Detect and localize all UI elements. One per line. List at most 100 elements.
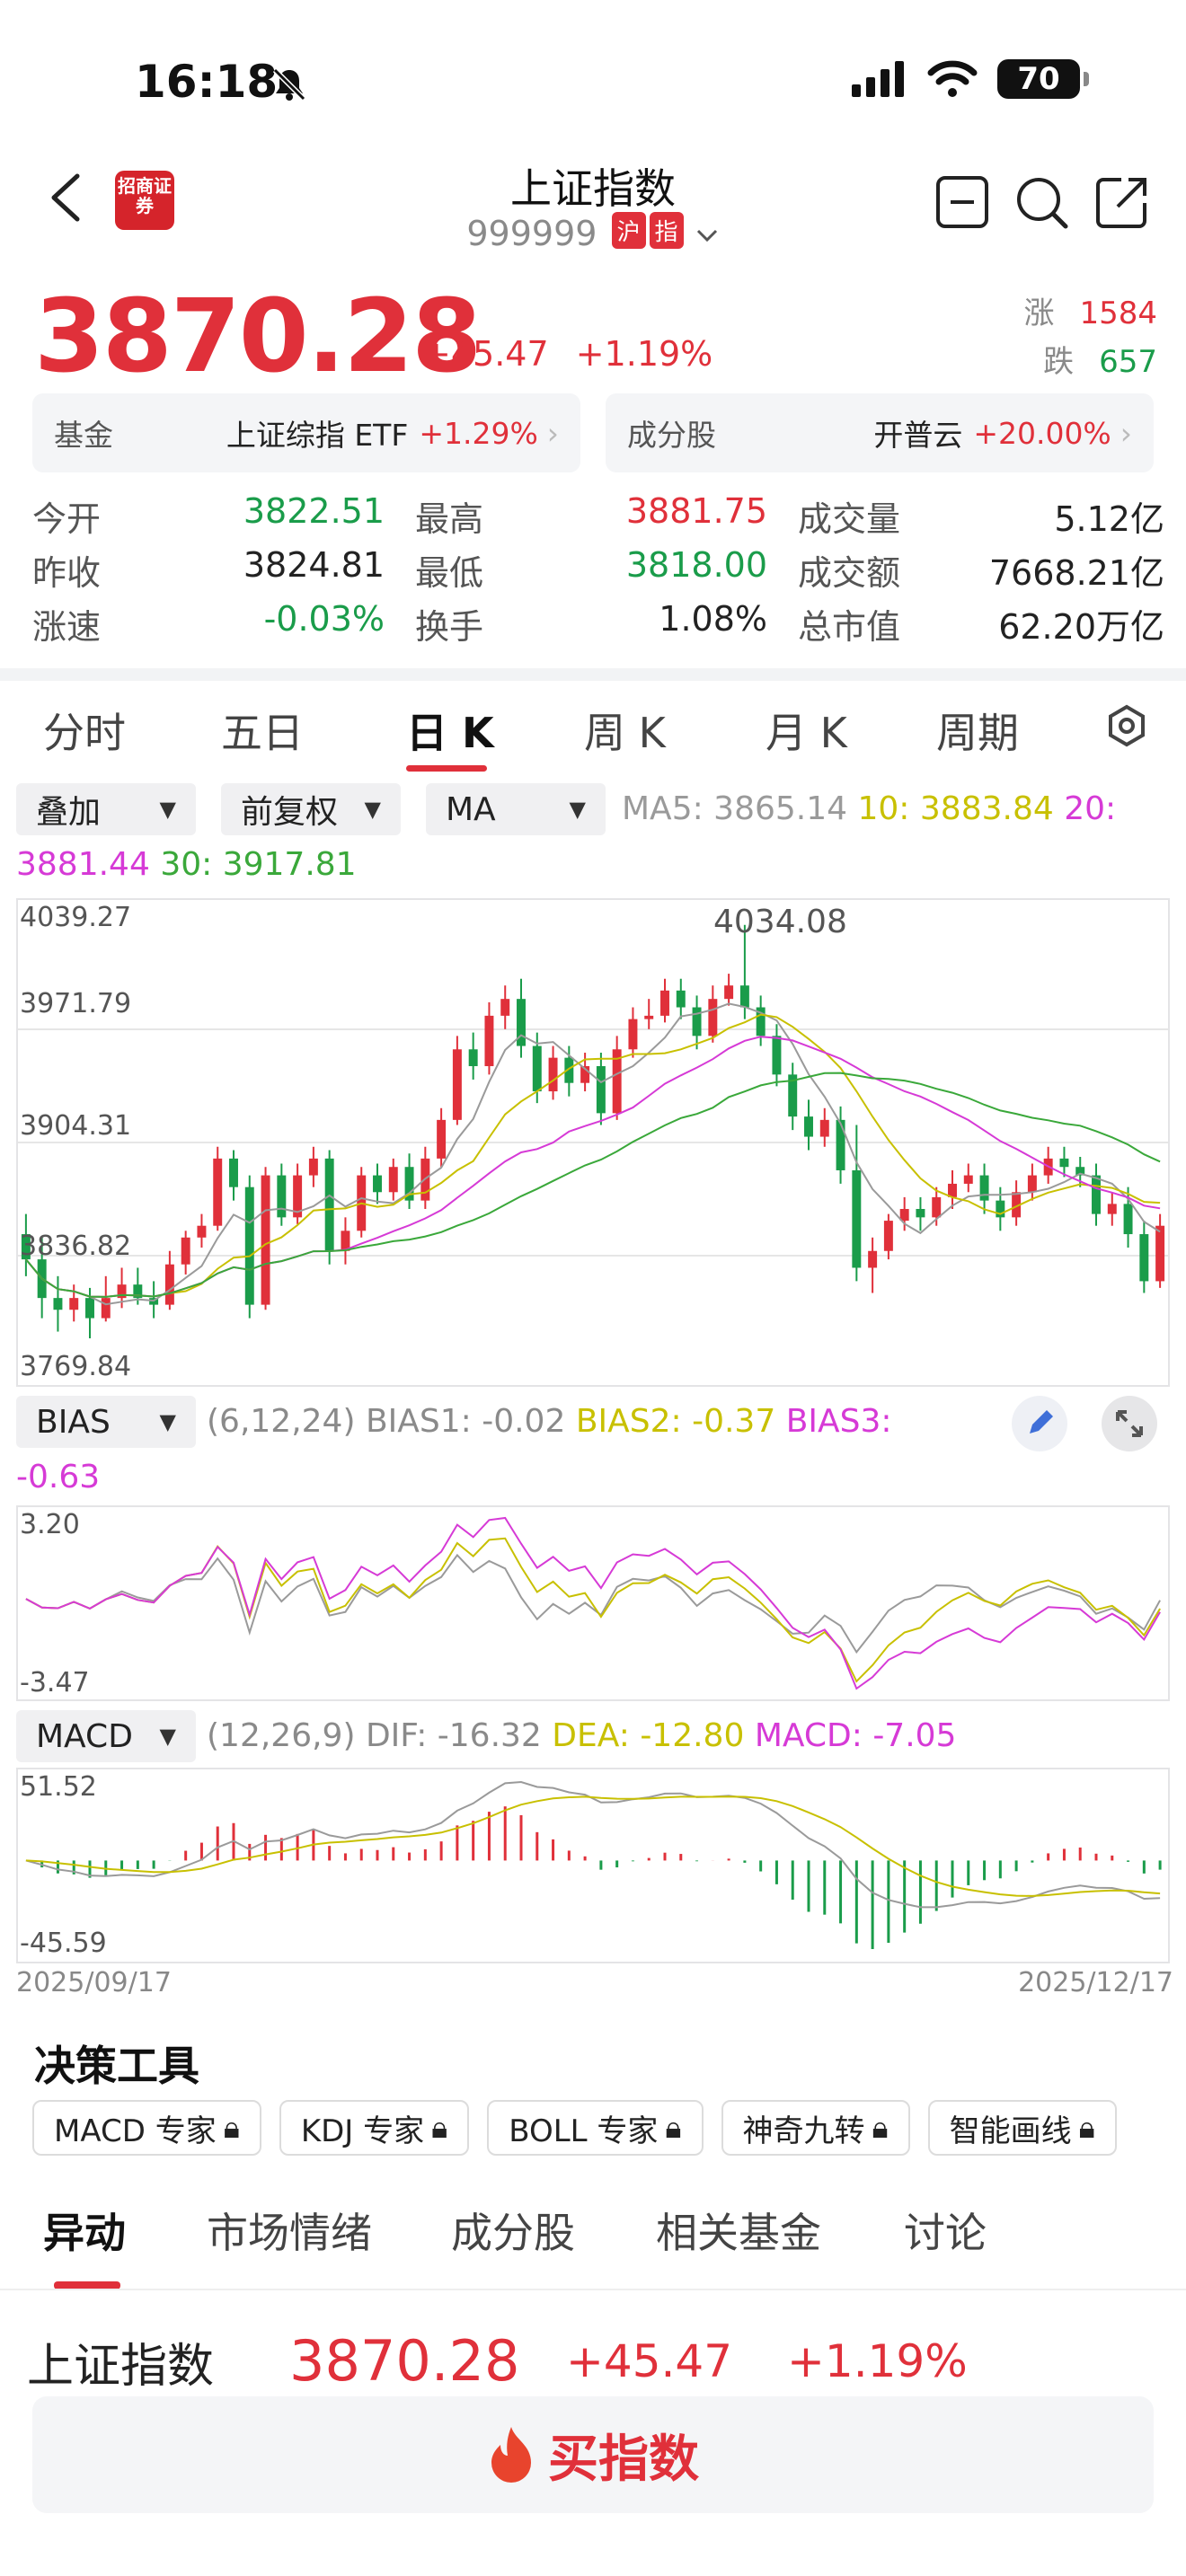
tab-components[interactable]: 成分股 [451, 2201, 575, 2260]
tool-label: MACD 专家 [54, 2113, 217, 2149]
tab-related-funds[interactable]: 相关基金 [656, 2201, 821, 2260]
stats-row: 涨速 -0.03% 换手 1.08% 总市值 62.20万亿 [32, 596, 1164, 650]
stat-value: 7668.21亿 [988, 552, 1164, 593]
axis-label-mid1: 3971.79 [20, 988, 132, 1019]
tab-five-day[interactable]: 五日 [221, 701, 304, 760]
candle-body [181, 1237, 190, 1265]
candle-body [308, 1158, 318, 1176]
candle-body [836, 1119, 845, 1170]
tools-title: 决策工具 [34, 2042, 199, 2090]
macd-select[interactable]: MACD ▼ [16, 1710, 196, 1762]
ma30-line [25, 1072, 1161, 1298]
dea-line [25, 1795, 1161, 1897]
ma-label: MA [446, 790, 496, 828]
bias1-value: BIAS1: -0.02 [365, 1403, 566, 1440]
tab-anomaly[interactable]: 异动 [43, 2201, 126, 2260]
stat-key: 涨速 [32, 606, 102, 647]
stat-cell: 换手 1.08% [415, 599, 798, 648]
tool-macd-expert[interactable]: MACD 专家 🔒︎ [32, 2100, 261, 2156]
stat-key: 最低 [415, 552, 484, 593]
ticker-pct: +1.19% [787, 2335, 968, 2387]
candle-body [628, 1019, 638, 1050]
ma10-line [25, 1013, 1161, 1298]
tool-magic-nine[interactable]: 神奇九转 🔒︎ [721, 2100, 910, 2156]
ma20-label: 20: [1064, 790, 1117, 827]
active-tab-indicator [406, 765, 487, 772]
page-title: 上证指数 [510, 164, 676, 213]
bias-select[interactable]: BIAS ▼ [16, 1396, 196, 1448]
candle-body [979, 1175, 989, 1201]
lock-icon: 🔒︎ [1078, 2110, 1095, 2146]
bias-chart[interactable]: 3.20 -3.47 [16, 1505, 1170, 1701]
candle-body [101, 1298, 111, 1319]
bias3-label: BIAS3: [785, 1403, 892, 1440]
candle-body [500, 999, 510, 1016]
stat-cell: 最低 3818.00 [415, 545, 798, 595]
component-stock-card[interactable]: 成分股 开普云 +20.00% › [606, 393, 1154, 472]
stat-value: 3822.51 [243, 490, 385, 531]
bias2-value: BIAS2: -0.37 [575, 1403, 776, 1440]
macd-value: MACD: -7.05 [754, 1717, 957, 1754]
down-count: 657 [1099, 344, 1157, 380]
candle-body [1139, 1234, 1149, 1282]
stats-row: 今开 3822.51 最高 3881.75 成交量 5.12亿 [32, 489, 1164, 543]
bias-canvas [25, 1516, 1161, 1690]
candle-body [963, 1175, 973, 1184]
bias-params: (6,12,24) [207, 1403, 356, 1440]
expand-icon[interactable] [1100, 1394, 1159, 1453]
tool-boll-expert[interactable]: BOLL 专家 🔒︎ [487, 2100, 704, 2156]
tab-weekly-k[interactable]: 周 K [584, 701, 666, 760]
overlay-select[interactable]: 叠加 ▼ [16, 783, 196, 835]
security-code-selector[interactable]: 999999 沪指 [0, 212, 1186, 253]
tab-daily-k[interactable]: 日 K [406, 701, 494, 760]
stat-value: 3824.81 [243, 544, 385, 585]
buy-index-label: 买指数 [548, 2430, 699, 2489]
tab-discussion[interactable]: 讨论 [904, 2201, 987, 2260]
ma5-line [25, 1002, 1161, 1306]
pencil-icon[interactable] [1010, 1394, 1069, 1453]
search-icon[interactable] [1013, 174, 1069, 230]
lock-icon: 🔒︎ [872, 2110, 889, 2146]
macd-chart[interactable]: 51.52 -45.59 [16, 1768, 1170, 1963]
bias-axis-top: 3.20 [20, 1509, 80, 1540]
mute-bell-icon [272, 67, 306, 101]
bias-label: BIAS [36, 1403, 111, 1441]
lock-icon: 🔒︎ [665, 2110, 682, 2146]
max-price-label: 4034.08 [713, 904, 847, 940]
advance-decline: 涨 1584 跌 657 [1023, 289, 1157, 386]
tab-sentiment[interactable]: 市场情绪 [207, 2201, 372, 2260]
market-tag: 沪 [611, 212, 646, 249]
stat-key: 最高 [415, 498, 484, 539]
related-fund-card[interactable]: 基金 上证综指 ETF +1.29% › [32, 393, 580, 472]
tab-period[interactable]: 周期 [936, 701, 1019, 760]
stat-key: 换手 [415, 606, 484, 647]
candle-body [660, 990, 669, 1016]
ticker-row: 上证指数 3870.28 +45.47 +1.19% [27, 2328, 1177, 2395]
gear-icon[interactable] [1105, 704, 1148, 747]
candle-body [1027, 1175, 1037, 1193]
fund-name: 上证综指 ETF [226, 418, 409, 453]
candle-body [1155, 1225, 1165, 1282]
candle-body [1092, 1175, 1101, 1214]
component-name: 开普云 [873, 418, 963, 453]
caret-down-icon: ▼ [159, 1409, 176, 1434]
candle-body [916, 1208, 925, 1218]
tool-smart-drawing[interactable]: 智能画线 🔒︎ [927, 2100, 1117, 2156]
tool-kdj-expert[interactable]: KDJ 专家 🔒︎ [279, 2100, 470, 2156]
ma-select[interactable]: MA ▼ [426, 783, 606, 835]
macd-axis-top: 51.52 [20, 1771, 97, 1803]
buy-index-button[interactable]: 买指数 [32, 2396, 1154, 2513]
tab-intraday[interactable]: 分时 [43, 701, 126, 760]
share-icon[interactable] [1094, 174, 1150, 230]
wifi-icon [927, 60, 978, 97]
kline-chart[interactable]: 4039.27 3971.79 3904.31 3836.82 3769.84 … [16, 898, 1170, 1387]
macd-legend: (12,26,9) DIF: -16.32 DEA: -12.80 MACD: … [207, 1717, 956, 1754]
current-price: 3870.28 [34, 278, 482, 395]
adjust-select[interactable]: 前复权 ▼ [221, 783, 401, 835]
quote-stats: 今开 3822.51 最高 3881.75 成交量 5.12亿 昨收 3824.81 最… [32, 489, 1164, 650]
minimize-icon[interactable] [934, 174, 990, 230]
tab-monthly-k[interactable]: 月 K [766, 701, 847, 760]
candle-body [548, 1057, 558, 1092]
tool-label: KDJ 专家 [300, 2113, 425, 2149]
stat-cell: 涨速 -0.03% [32, 599, 415, 648]
